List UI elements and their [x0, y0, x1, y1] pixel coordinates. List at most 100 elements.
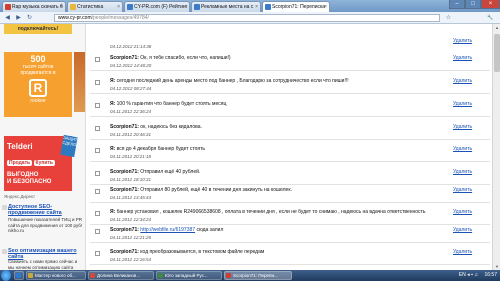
telderi-logo: Telderi: [7, 142, 33, 151]
delete-link[interactable]: Удалить: [453, 101, 472, 107]
ad-seo-optimization-text: Свежиеть с нами прямо сейчас и мы начнем…: [8, 259, 78, 270]
message-body: 100 % гарантия что баннер будет стоять м…: [116, 101, 227, 107]
taskbar-item-explorer[interactable]: [14, 271, 24, 280]
forward-icon[interactable]: ▶: [14, 14, 23, 22]
tab-cy-pr-rating[interactable]: CY-PR.com (F) Рейтинг ×: [124, 1, 190, 12]
message-author: Я:: [110, 78, 116, 84]
delete-link[interactable]: Удалить: [453, 146, 472, 152]
delete-link[interactable]: Удалить: [453, 38, 472, 44]
delete-link[interactable]: Удалить: [453, 187, 472, 193]
app-icon: [28, 273, 33, 278]
message-checkbox[interactable]: [95, 148, 100, 153]
navigation-bar: ◀ ▶ ↻ www.cy-pr.com/people/messages/4978…: [0, 12, 500, 24]
scroll-up-icon[interactable]: ▲: [493, 24, 500, 31]
delete-link[interactable]: Удалить: [453, 78, 472, 84]
taskbar-clock: 16:57: [484, 272, 497, 278]
message-row: Scorpion71: ок, надеюсь без кидалова. 04…: [90, 124, 490, 140]
message-text: Scorpion71: Отправил ещё 40 рублей.: [110, 169, 440, 175]
message-row: Я: 100 % гарантия что баннер будет стоят…: [90, 101, 490, 117]
message-checkbox[interactable]: [95, 211, 100, 216]
ad-seo-promotion-link[interactable]: Доступное SEO-продвижение сайта: [8, 204, 84, 216]
rookee-brand: rookee: [30, 98, 46, 104]
tab-rap-music[interactable]: Rap музыка скачать б ×: [2, 1, 66, 12]
message-date: 04.11.2012 22:36:24: [110, 109, 151, 114]
tab-statistics[interactable]: Статистика ×: [67, 1, 123, 12]
tab-close-icon[interactable]: ×: [324, 2, 327, 12]
message-checkbox[interactable]: [95, 189, 100, 194]
message-checkbox[interactable]: [95, 251, 100, 256]
taskbar-item-label: Мастер нового об...: [35, 273, 76, 278]
delete-link[interactable]: Удалить: [453, 124, 472, 130]
message-row: Я: сегодня последний день аренды место п…: [90, 78, 490, 94]
minimize-button[interactable]: –: [449, 0, 465, 9]
wrench-menu-icon[interactable]: 🔧: [486, 14, 495, 22]
message-author: Scorpion71:: [110, 187, 139, 193]
taskbar-item-scorpion[interactable]: Scorpion71: Перепи...: [224, 271, 292, 280]
bookmark-star-icon[interactable]: ☆: [444, 14, 453, 22]
message-checkbox[interactable]: [95, 229, 100, 234]
message-checkbox[interactable]: [95, 103, 100, 108]
app-icon: [158, 273, 163, 278]
tab-close-icon[interactable]: ×: [117, 2, 120, 12]
close-window-button[interactable]: ×: [481, 0, 500, 9]
top-ad-banner[interactable]: подключайтесь!: [4, 24, 72, 34]
message-body: сегодня последний день аренды место под …: [116, 78, 349, 84]
message-author: Scorpion71:: [110, 124, 139, 130]
message-date: 04.12.2012 21:14:38: [110, 44, 152, 49]
delete-link[interactable]: Удалить: [453, 169, 472, 175]
telderi-ad-banner[interactable]: Telderi ЗАЩИТА СДЕЛОК Продать Купить ВЫГ…: [4, 134, 80, 191]
message-row: Scorpion71: Ок, я тебе спасибо, если что…: [90, 55, 490, 71]
delete-link[interactable]: Удалить: [453, 55, 472, 61]
tab-label: Рекламные места на с: [201, 4, 254, 10]
taskbar-item-valley[interactable]: Долина Великанов...: [88, 271, 154, 280]
message-text: Scorpion71: http://webfile.ru/6197387 сю…: [110, 227, 440, 233]
system-tray[interactable]: EN ◂ ▪ ♫: [459, 272, 478, 278]
start-button[interactable]: [1, 270, 11, 281]
tab-scorpion-messages[interactable]: Scorpion71: Переписка ×: [262, 1, 330, 12]
scroll-thumb[interactable]: [494, 34, 500, 72]
message-text: Я: сегодня последний день аренды место п…: [110, 78, 440, 84]
tab-close-icon[interactable]: ×: [60, 2, 63, 12]
back-icon[interactable]: ◀: [3, 14, 12, 22]
rookee-ad-banner[interactable]: 500 тысяч сайтов продвигается в R rookee: [4, 52, 72, 117]
message-date: 04.12.2012 08:27:44: [110, 86, 152, 91]
page-scrollbar[interactable]: ▲ ▼: [492, 24, 500, 270]
message-body: вся до 4 декабря баннер будет стоять: [116, 146, 205, 152]
tab-favicon-icon: [70, 4, 76, 10]
delete-link[interactable]: Удалить: [453, 249, 472, 255]
address-bar[interactable]: www.cy-pr.com/people/messages/49784/: [54, 14, 440, 22]
yandex-direct-label: Яндекс.Директ: [4, 194, 36, 199]
telderi-actions: Продать Купить: [7, 160, 55, 166]
message-checkbox[interactable]: [95, 80, 100, 85]
message-author: Scorpion71:: [110, 227, 139, 233]
message-link[interactable]: http://webfile.ru/6197387: [140, 227, 195, 233]
delete-link[interactable]: Удалить: [453, 227, 472, 233]
scroll-down-icon[interactable]: ▼: [493, 263, 500, 270]
windows-taskbar: Мастер нового об... Долина Великанов... …: [0, 270, 500, 281]
tab-close-icon[interactable]: ×: [255, 2, 258, 12]
message-checkbox[interactable]: [95, 171, 100, 176]
message-text: Scorpion71: код преобразовывается, в тек…: [110, 249, 440, 255]
telderi-slogan-1: ВЫГОДНО: [7, 172, 39, 178]
tab-close-icon[interactable]: ×: [184, 2, 187, 12]
app-icon: [16, 273, 21, 278]
message-text: Scorpion71: Ок, я тебе спасибо, если что…: [110, 55, 440, 61]
message-text: Я: баннер установил , кошелек R249066538…: [110, 209, 440, 215]
taskbar-item-southwest[interactable]: Юго западный Рус...: [156, 271, 222, 280]
message-checkbox[interactable]: [95, 126, 100, 131]
message-body: код преобразовывается, в текстовом файле…: [140, 249, 265, 255]
tab-ad-places[interactable]: Рекламные места на с ×: [191, 1, 261, 12]
message-text: Scorpion71: ок, надеюсь без кидалова.: [110, 124, 440, 130]
message-row: Я: вся до 4 декабря баннер будет стоять …: [90, 146, 490, 162]
telderi-sell: Продать: [7, 160, 33, 166]
reload-icon[interactable]: ↻: [25, 14, 34, 22]
taskbar-item-label: Долина Великанов...: [97, 273, 141, 278]
maximize-button[interactable]: □: [465, 0, 481, 9]
message-checkbox[interactable]: [95, 57, 100, 62]
message-body: сюда залил: [196, 227, 224, 233]
app-icon: [90, 273, 95, 278]
taskbar-item-wizard[interactable]: Мастер нового об...: [26, 271, 86, 280]
telderi-buy: Купить: [33, 160, 55, 166]
rookee-count: 500: [30, 54, 46, 64]
delete-link[interactable]: Удалить: [453, 209, 472, 215]
